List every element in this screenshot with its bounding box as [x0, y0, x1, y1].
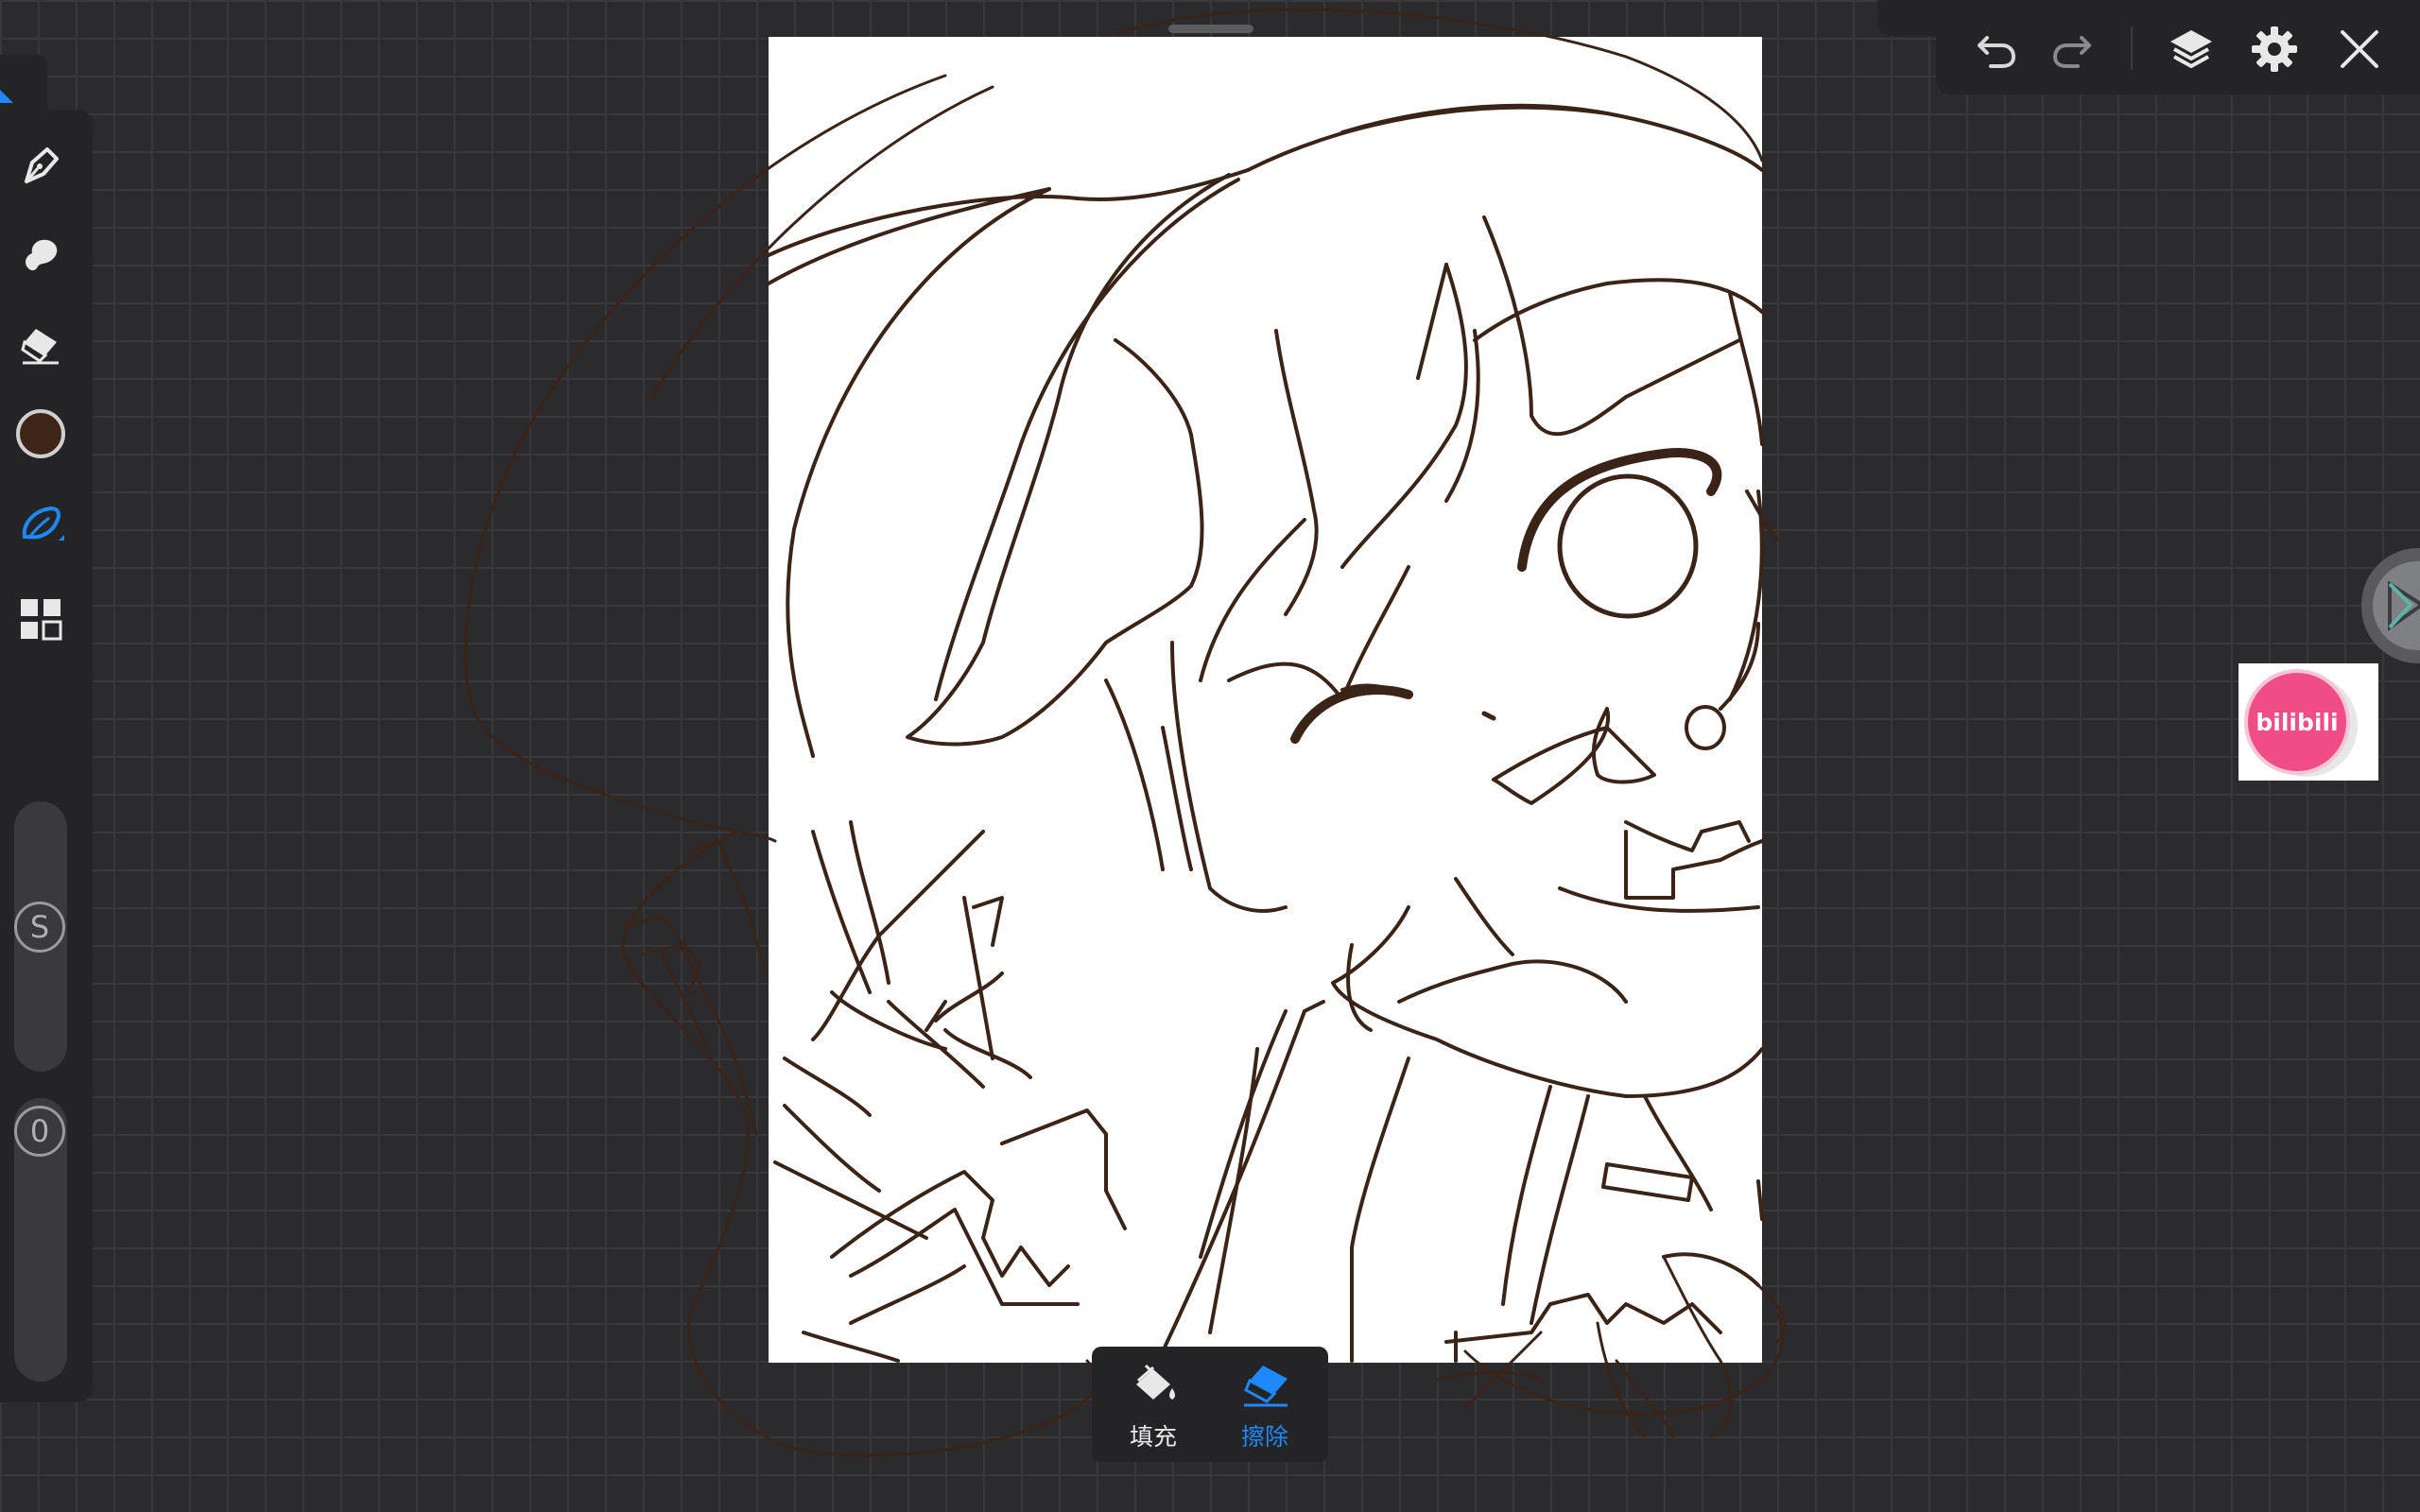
selection-action-popup: 填充 擦除 — [1092, 1347, 1328, 1462]
erase-button[interactable]: 擦除 — [1213, 1356, 1317, 1456]
close-button[interactable] — [2331, 21, 2388, 77]
smudge-tool-button[interactable] — [0, 214, 81, 295]
floating-play-widget[interactable] — [2361, 548, 2420, 663]
canvas-drag-handle[interactable] — [1168, 25, 1253, 33]
undo-button[interactable] — [1968, 21, 2025, 77]
fill-bucket-icon — [1136, 1364, 1175, 1400]
menu-grid-button[interactable] — [0, 578, 81, 660]
brush-size-handle[interactable]: S — [14, 902, 65, 953]
pen-icon — [25, 147, 59, 183]
settings-button[interactable] — [2246, 21, 2303, 77]
eraser-tool-button[interactable] — [0, 302, 81, 384]
erase-label: 擦除 — [1240, 1423, 1288, 1451]
layers-button[interactable] — [2163, 21, 2220, 77]
bilibili-floating-widget[interactable]: bilibili — [2238, 663, 2378, 781]
color-swatch — [16, 409, 65, 458]
pen-tool-button[interactable] — [0, 125, 81, 206]
toolbar-divider — [2131, 26, 2133, 70]
eraser-icon — [1244, 1366, 1288, 1407]
left-toolbar: S 0 — [0, 110, 93, 1402]
redo-button[interactable] — [2044, 21, 2100, 77]
toolbar-collapse-tab[interactable] — [0, 55, 47, 112]
fill-button[interactable]: 填充 — [1101, 1356, 1205, 1456]
lasso-tool-button[interactable] — [0, 484, 81, 565]
undo-icon — [1978, 36, 2016, 68]
redo-icon — [2052, 36, 2091, 68]
play-store-icon — [2373, 561, 2420, 650]
drawing-canvas[interactable] — [769, 37, 1762, 1363]
settings-icon — [2252, 26, 2297, 72]
layers-icon — [2170, 30, 2212, 68]
smudge-icon — [26, 239, 58, 271]
lasso-icon — [22, 506, 64, 541]
eraser-icon — [21, 329, 59, 365]
close-icon — [2341, 30, 2378, 68]
fill-label: 填充 — [1129, 1423, 1177, 1451]
color-picker-button[interactable] — [0, 393, 81, 474]
grid-menu-icon — [21, 599, 62, 641]
brush-opacity-handle[interactable]: 0 — [14, 1106, 65, 1157]
bilibili-logo: bilibili — [2244, 669, 2350, 775]
